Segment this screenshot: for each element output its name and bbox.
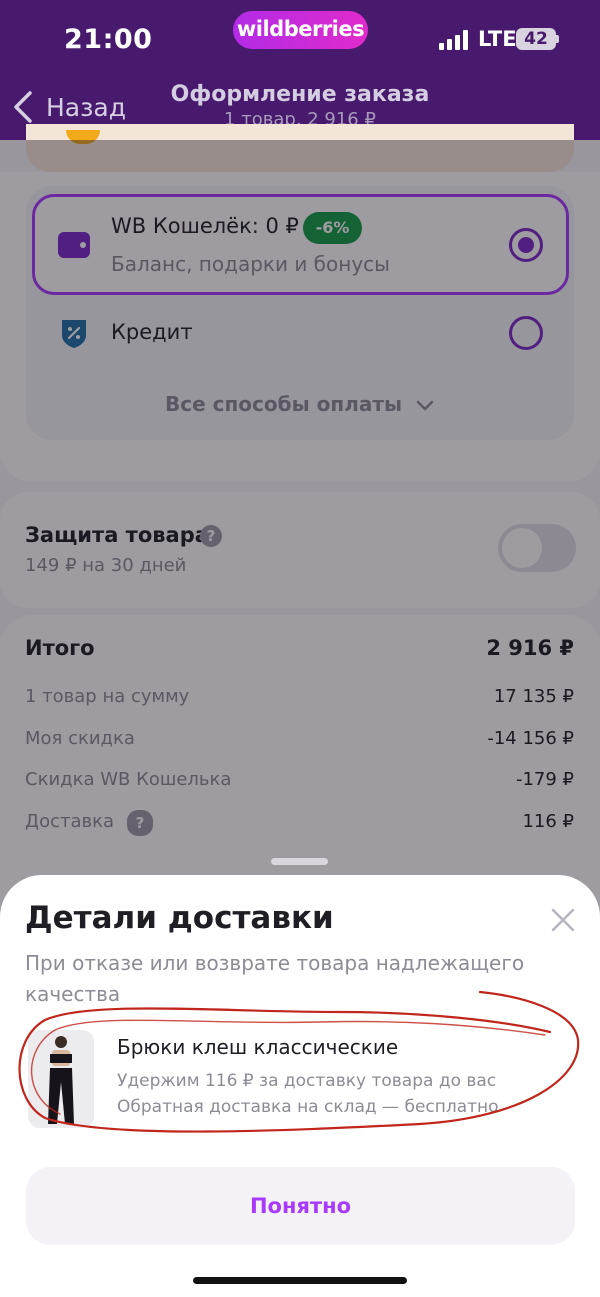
understood-button[interactable]: Понятно <box>26 1167 575 1245</box>
product-thumbnail <box>28 1030 94 1128</box>
sheet-title: Детали доставки <box>25 900 334 936</box>
close-icon[interactable] <box>546 903 580 937</box>
signal-icon <box>439 30 469 50</box>
header-title-block: Оформление заказа 1 товар, 2 916 ₽ <box>150 82 450 130</box>
brand-logo: wildberries <box>233 11 368 49</box>
network-type: LTE <box>478 27 517 51</box>
page-title: Оформление заказа <box>170 82 430 107</box>
chevron-left-icon <box>14 91 32 123</box>
top-bar: 21:00 wildberries LTE 42 Назад Оформлени… <box>0 0 600 140</box>
return-delivery-note: Обратная доставка на склад — бесплатно <box>117 1097 499 1117</box>
product-title: Брюки клеш классические <box>117 1035 399 1059</box>
back-label: Назад <box>46 92 127 122</box>
delivery-charge-note: Удержим 116 ₽ за доставку товара до вас <box>117 1071 497 1091</box>
battery-icon: 42 <box>516 28 556 50</box>
status-time: 21:00 <box>64 24 153 55</box>
sheet-subtitle: При отказе или возврате товара надлежаще… <box>25 951 525 1006</box>
battery-tip <box>556 35 559 43</box>
sheet-drag-handle[interactable] <box>271 858 328 865</box>
home-indicator <box>193 1277 407 1284</box>
